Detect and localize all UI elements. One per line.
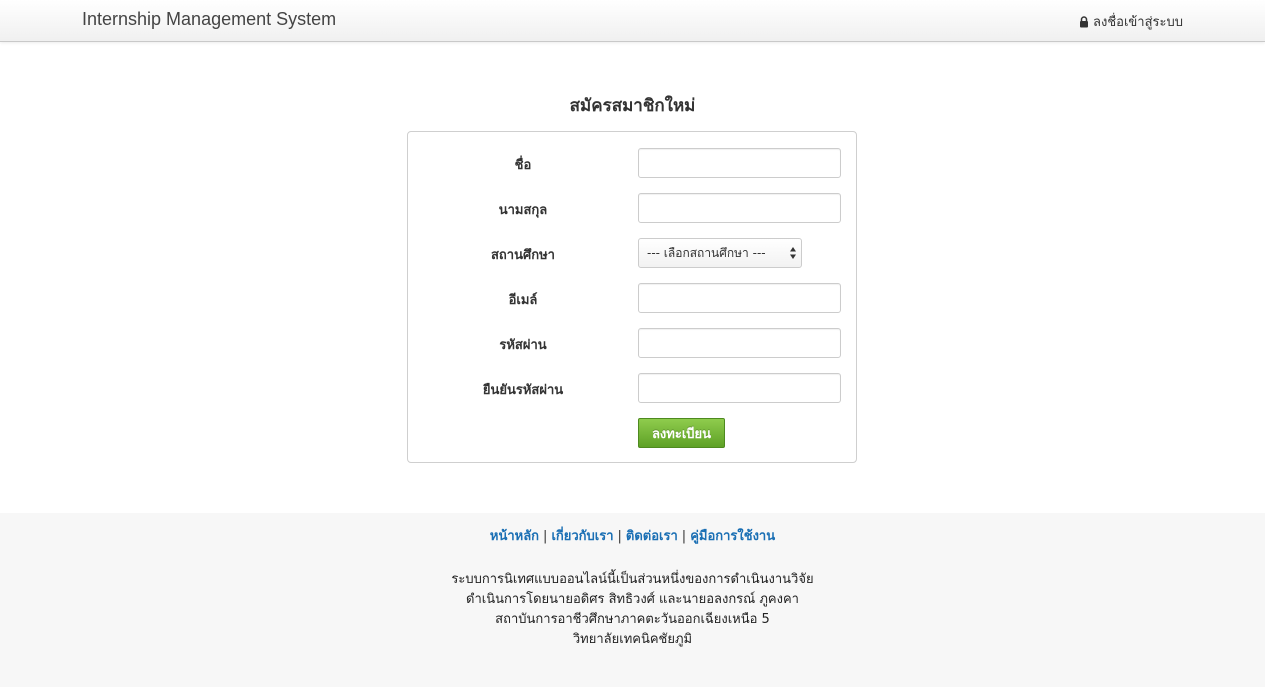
footer-link-contact[interactable]: ติดต่อเรา <box>626 529 678 544</box>
last-name-row: นามสกุล <box>408 193 858 223</box>
footer-link-about[interactable]: เกี่ยวกับเรา <box>551 529 613 544</box>
footer-credit-line: ดำเนินการโดยนายอดิศร สิทธิวงศ์ และนายอลง… <box>466 592 799 607</box>
footer-link-home[interactable]: หน้าหลัก <box>490 529 539 544</box>
last-name-input[interactable] <box>638 193 841 223</box>
select-arrows-icon <box>789 246 797 260</box>
confirm-password-label: ยืนยันรหัสผ่าน <box>482 383 564 398</box>
footer-credits: ระบบการนิเทศแบบออนไลน์นี้เป็นส่วนหนึ่งขอ… <box>0 570 1265 650</box>
password-input[interactable] <box>638 328 841 358</box>
institution-label: สถานศึกษา <box>491 248 555 263</box>
footer-link-manual[interactable]: คู่มือการใช้งาน <box>690 529 775 544</box>
footer-separator: | <box>543 529 548 544</box>
confirm-password-row: ยืนยันรหัสผ่าน <box>408 373 858 403</box>
footer-credit-line: สถาบันการอาชีวศึกษาภาคตะวันออกเฉียงเหนือ… <box>495 612 770 627</box>
first-name-row: ชื่อ <box>408 148 858 178</box>
top-navbar: Internship Management System ลงชื่อเข้าส… <box>0 0 1265 42</box>
footer-credit-line: วิทยาลัยเทคนิคชัยภูมิ <box>572 632 693 647</box>
footer-separator: | <box>617 529 622 544</box>
last-name-label: นามสกุล <box>498 203 548 218</box>
brand-link[interactable]: Internship Management System <box>82 9 336 30</box>
footer-credit-line: ระบบการนิเทศแบบออนไลน์นี้เป็นส่วนหนึ่งขอ… <box>451 572 814 587</box>
footer: หน้าหลัก | เกี่ยวกับเรา | ติดต่อเรา | คู่มือกา… <box>0 513 1265 687</box>
login-label: ลงชื่อเข้าสู่ระบบ <box>1093 15 1183 30</box>
registration-form: ชื่อ นามสกุล สถานศึกษา --- เลือกสถานศึกษ… <box>407 131 857 463</box>
password-label: รหัสผ่าน <box>499 338 547 353</box>
footer-separator: | <box>681 529 687 544</box>
first-name-label: ชื่อ <box>514 158 532 173</box>
institution-row: สถานศึกษา --- เลือกสถานศึกษา --- <box>408 238 858 268</box>
confirm-password-input[interactable] <box>638 373 841 403</box>
institution-select[interactable]: --- เลือกสถานศึกษา --- <box>638 238 802 268</box>
first-name-input[interactable] <box>638 148 841 178</box>
institution-select-value: --- เลือกสถานศึกษา --- <box>647 245 766 260</box>
register-button[interactable]: ลงทะเบียน <box>638 418 725 448</box>
password-row: รหัสผ่าน <box>408 328 858 358</box>
login-link[interactable]: ลงชื่อเข้าสู่ระบบ <box>1079 11 1183 32</box>
email-input[interactable] <box>638 283 841 313</box>
footer-links: หน้าหลัก | เกี่ยวกับเรา | ติดต่อเรา | คู่มือกา… <box>0 525 1265 546</box>
email-label: อีเมล์ <box>508 293 538 308</box>
lock-icon <box>1079 15 1089 28</box>
page-title: สมัครสมาชิกใหม่ <box>569 96 696 116</box>
email-row: อีเมล์ <box>408 283 858 313</box>
